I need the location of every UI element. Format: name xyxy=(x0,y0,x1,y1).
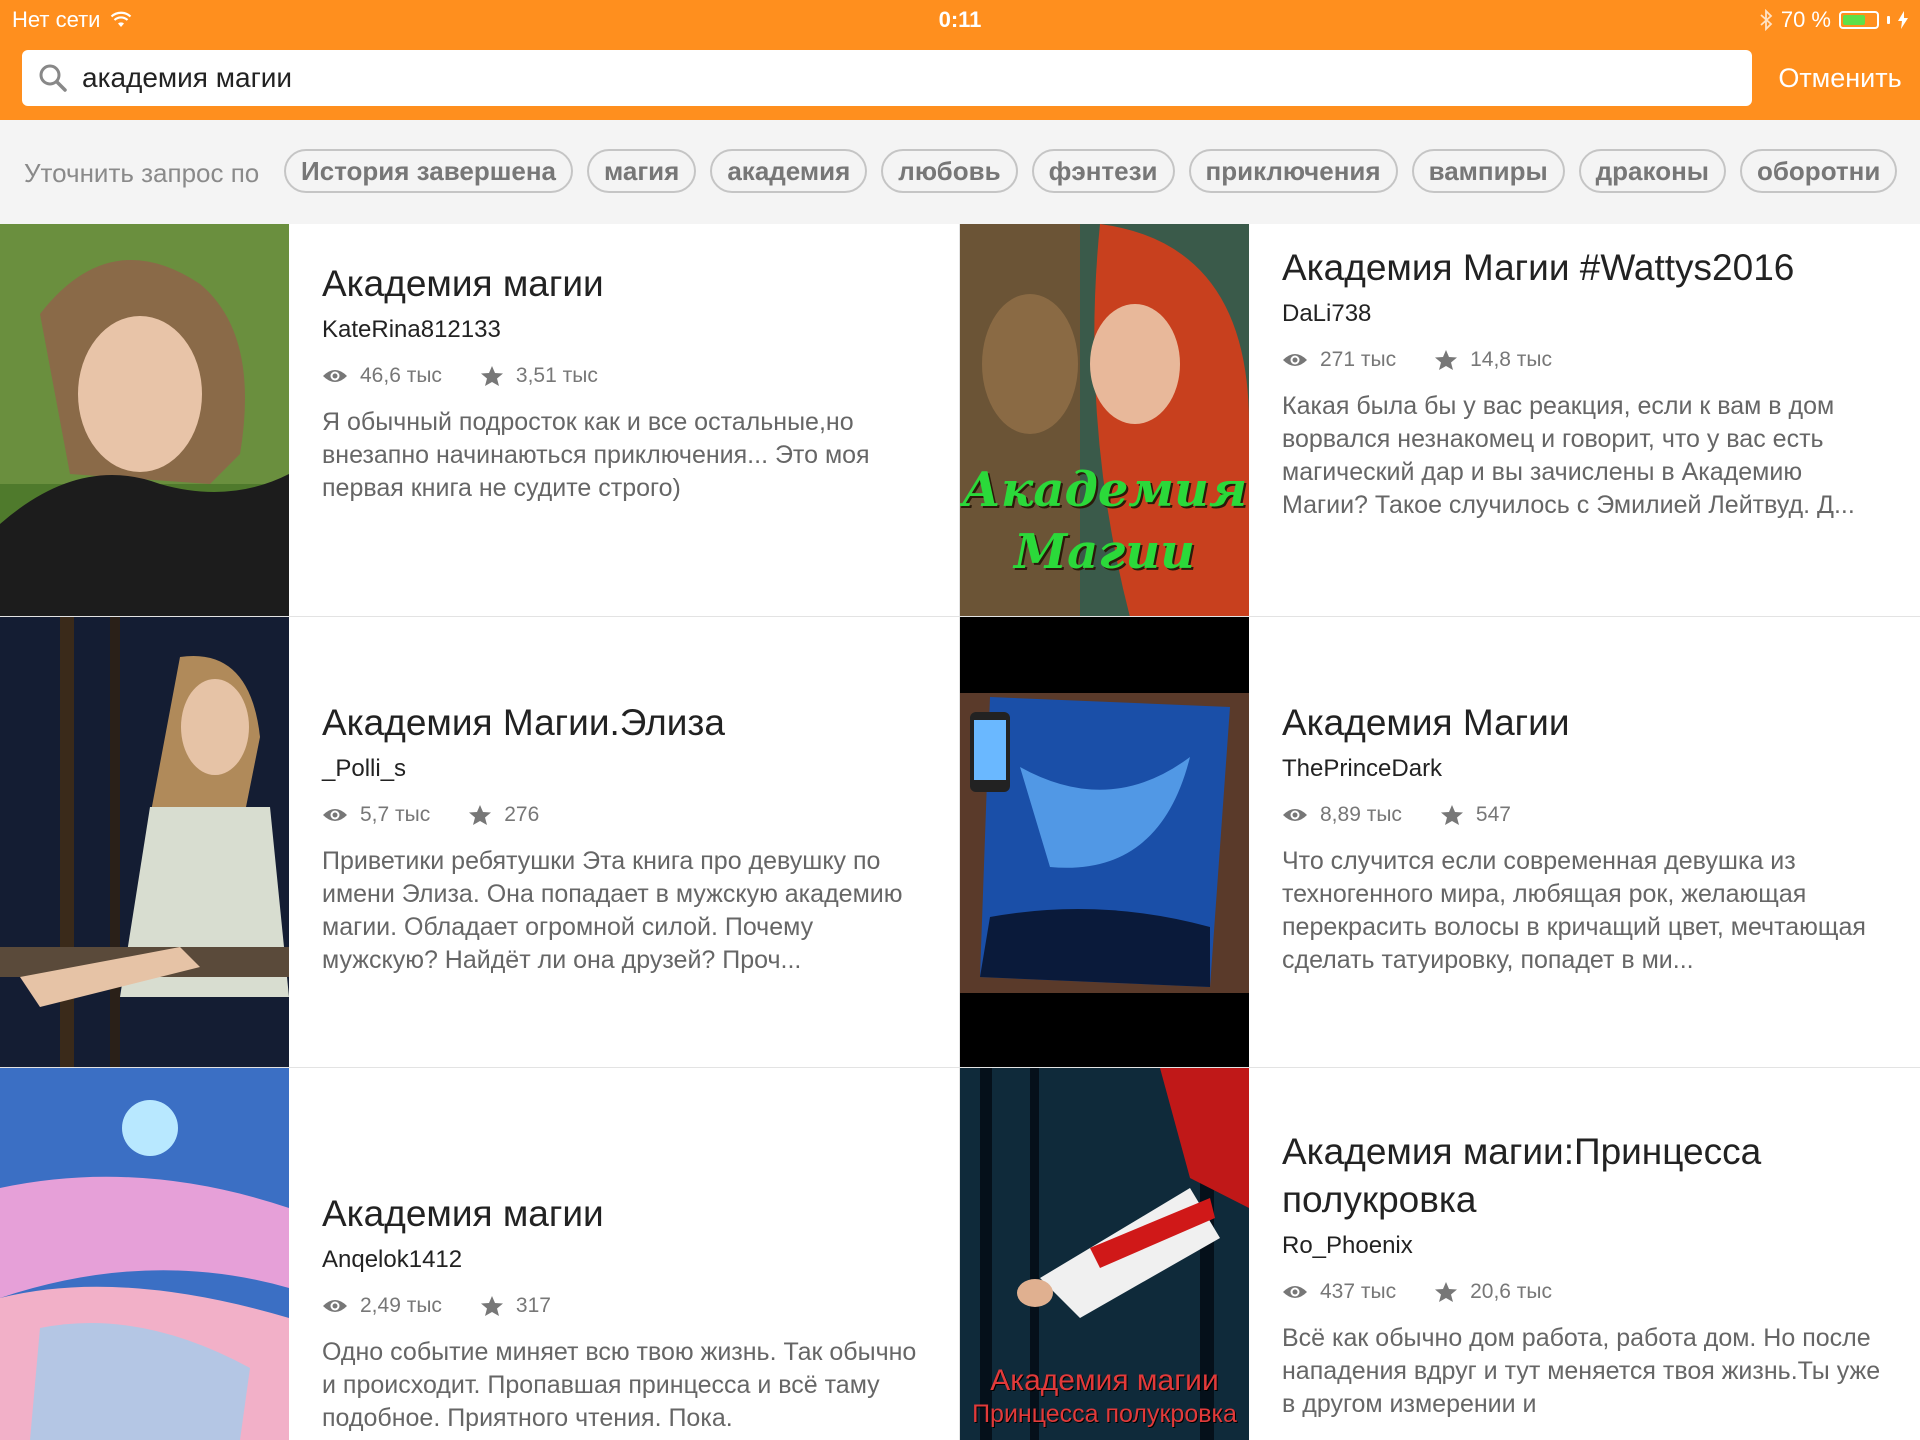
story-cover xyxy=(960,617,1249,1067)
story-title[interactable]: Академия магии:Принцесса полукровка xyxy=(1282,1128,1892,1224)
votes-count: 276 xyxy=(504,803,540,826)
story-author[interactable]: _Polli_s xyxy=(322,755,932,783)
views-count: 46,6 тыс xyxy=(360,364,442,387)
votes-count: 547 xyxy=(1475,803,1511,826)
star-icon xyxy=(469,805,492,825)
votes-count: 317 xyxy=(515,1294,551,1317)
eye-icon xyxy=(1283,809,1307,821)
views-count: 5,7 тыс xyxy=(360,803,431,826)
filter-chip-werewolves[interactable]: оборотни xyxy=(1739,149,1898,193)
header-bar: Нет сети 0:11 70 % Отменить xyxy=(0,0,1920,120)
story-author[interactable]: Ro_Phoenix xyxy=(1282,1232,1892,1260)
story-description: Я обычный подросток как и все остальные,… xyxy=(322,408,870,502)
story-description: Что случится если современная девушка из… xyxy=(1282,847,1866,974)
story-cover: Академия магии Принцесса полукровка xyxy=(960,1068,1249,1440)
eye-icon xyxy=(323,809,347,821)
search-box[interactable] xyxy=(22,50,1752,106)
eye-icon xyxy=(1283,354,1307,366)
story-author[interactable]: Anqelok1412 xyxy=(322,1246,932,1274)
refine-filters-bar: Уточнить запрос по История завершена маг… xyxy=(0,120,1920,224)
filter-chip-academy[interactable]: академия xyxy=(710,149,868,193)
story-card[interactable]: Академия Магии ThePrinceDark 8,89 тыс 54… xyxy=(960,617,1920,1068)
star-icon xyxy=(480,366,503,386)
search-icon xyxy=(39,64,67,92)
story-title[interactable]: Академия магии xyxy=(322,260,932,308)
star-icon xyxy=(480,1296,503,1316)
votes-count: 20,6 тыс xyxy=(1470,1280,1553,1303)
story-author[interactable]: ThePrinceDark xyxy=(1282,755,1892,783)
clock: 0:11 xyxy=(938,7,982,32)
story-card[interactable]: Академия Магии Академия Магии #Wattys201… xyxy=(960,224,1920,617)
filter-chip-fantasy[interactable]: фэнтези xyxy=(1031,149,1175,193)
filter-chip-list: История завершена магия академия любовь … xyxy=(284,149,1898,193)
filter-chip-magic[interactable]: магия xyxy=(587,149,697,193)
story-title[interactable]: Академия Магии.Элиза xyxy=(322,699,932,747)
charging-icon xyxy=(1898,11,1908,29)
views-count: 2,49 тыс xyxy=(360,1294,442,1317)
eye-icon xyxy=(1283,1286,1307,1298)
story-cover xyxy=(0,1068,289,1440)
story-description: Приветики ребятушки Эта книга про девушк… xyxy=(322,847,903,974)
filter-chip-dragons[interactable]: драконы xyxy=(1578,149,1726,193)
status-bar: Нет сети 0:11 70 % xyxy=(0,0,1920,40)
cover-title-line2: Принцесса полукровка xyxy=(972,1400,1237,1428)
search-input[interactable] xyxy=(80,61,1684,95)
story-description: Всё как обычно дом работа, работа дом. Н… xyxy=(1282,1324,1881,1418)
star-icon xyxy=(1435,350,1458,370)
filter-chip-love[interactable]: любовь xyxy=(881,149,1018,193)
story-card[interactable]: Академия магии KateRina812133 46,6 тыс 3… xyxy=(0,224,960,617)
filter-chip-completed[interactable]: История завершена xyxy=(284,149,573,193)
story-title[interactable]: Академия Магии #Wattys2016 xyxy=(1282,244,1892,292)
eye-icon xyxy=(323,370,347,382)
story-cover xyxy=(0,617,289,1067)
battery-tip xyxy=(1887,16,1890,24)
bluetooth-icon xyxy=(1760,9,1773,31)
eye-icon xyxy=(323,1300,347,1312)
story-card[interactable]: Академия магии Anqelok1412 2,49 тыс 317 … xyxy=(0,1068,960,1440)
cancel-button[interactable]: Отменить xyxy=(1760,58,1920,98)
refine-label: Уточнить запрос по xyxy=(24,158,260,188)
story-title[interactable]: Академия магии xyxy=(322,1190,932,1238)
story-card[interactable]: Академия Магии.Элиза _Polli_s 5,7 тыс 27… xyxy=(0,617,960,1068)
story-cover: Академия Магии xyxy=(960,224,1249,616)
votes-count: 3,51 тыс xyxy=(515,364,598,387)
views-count: 271 тыс xyxy=(1320,348,1397,371)
votes-count: 14,8 тыс xyxy=(1470,348,1553,371)
filter-chip-vampires[interactable]: вампиры xyxy=(1411,149,1565,193)
cover-title-line1: Академия магии xyxy=(990,1364,1219,1397)
battery-percent: 70 % xyxy=(1780,7,1831,32)
star-icon xyxy=(1435,1282,1458,1302)
story-card[interactable]: Академия магии Принцесса полукровка Акад… xyxy=(960,1068,1920,1440)
cover-title-line2: Магии xyxy=(1013,524,1196,580)
story-description: Одно событие миняет всю твою жизнь. Так … xyxy=(322,1338,917,1432)
story-description: Какая была бы у вас реакция, если к вам … xyxy=(1282,392,1855,519)
star-icon xyxy=(1440,805,1463,825)
views-count: 437 тыс xyxy=(1320,1280,1397,1303)
filter-chip-adventure[interactable]: приключения xyxy=(1188,149,1398,193)
story-author[interactable]: KateRina812133 xyxy=(322,316,932,344)
views-count: 8,89 тыс xyxy=(1320,803,1402,826)
battery-icon xyxy=(1839,11,1879,29)
story-cover xyxy=(0,224,289,616)
story-author[interactable]: DaLi738 xyxy=(1282,300,1892,328)
cover-title-line1: Академия xyxy=(961,462,1248,518)
story-title[interactable]: Академия Магии xyxy=(1282,699,1892,747)
